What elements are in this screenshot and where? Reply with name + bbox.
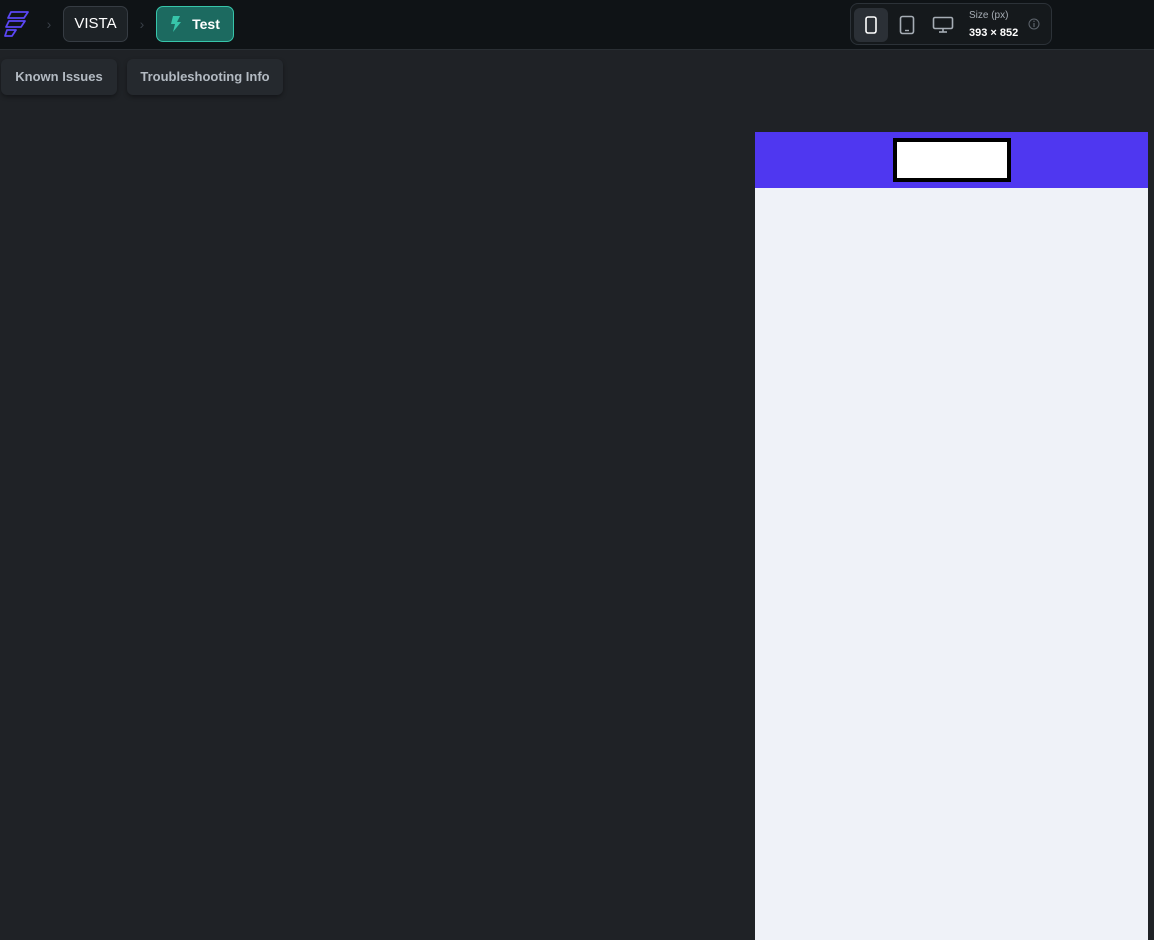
size-label: Size (px) bbox=[969, 10, 1009, 21]
desktop-device-button[interactable] bbox=[926, 8, 960, 42]
size-value: 393 × 852 bbox=[969, 27, 1019, 39]
app-logo-icon[interactable] bbox=[4, 10, 30, 38]
tablet-device-button[interactable] bbox=[890, 8, 924, 42]
phone-device-button[interactable] bbox=[854, 8, 888, 42]
device-size-selector: Size (px) 393 × 852 bbox=[850, 3, 1052, 45]
tablet-icon bbox=[899, 15, 915, 35]
project-name-button[interactable]: VISTA bbox=[63, 6, 128, 42]
app-bar-placeholder-box[interactable] bbox=[893, 138, 1011, 182]
app-bar bbox=[755, 132, 1148, 188]
known-issues-button[interactable]: Known Issues bbox=[1, 59, 117, 95]
breadcrumb-separator: › bbox=[139, 16, 145, 32]
troubleshooting-info-button[interactable]: Troubleshooting Info bbox=[127, 59, 283, 95]
info-icon[interactable] bbox=[1028, 18, 1040, 30]
phone-icon bbox=[865, 16, 877, 34]
desktop-icon bbox=[932, 16, 954, 33]
test-mode-button[interactable]: Test bbox=[156, 6, 234, 42]
breadcrumb-separator: › bbox=[46, 16, 52, 32]
lightning-icon bbox=[171, 16, 182, 32]
device-preview-canvas[interactable] bbox=[755, 132, 1148, 940]
test-mode-label: Test bbox=[192, 16, 220, 32]
top-bar: › VISTA › Test Size (px) 393 × 852 bbox=[0, 0, 1154, 50]
